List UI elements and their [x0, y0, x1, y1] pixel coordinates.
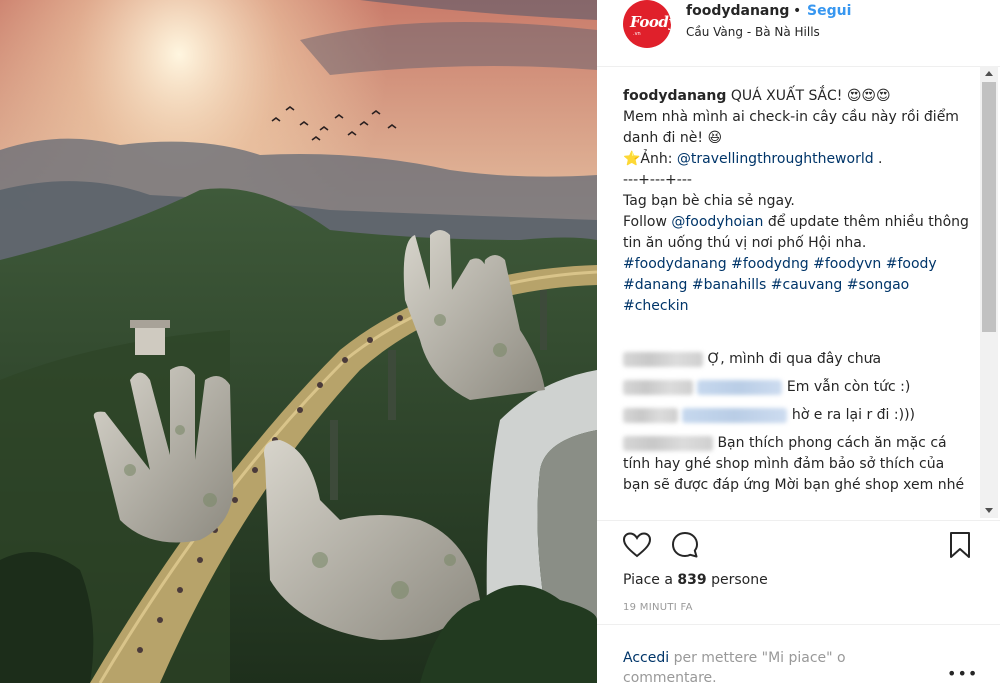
comment-text: hờ e ra lại r đi :)))	[791, 407, 915, 423]
caption-line2: Mem nhà mình ai check-in cây cầu này rồi…	[623, 109, 959, 146]
post-timestamp[interactable]: 19 MINUTI FA	[623, 602, 693, 613]
comment-item: hờ e ra lại r đi :)))	[623, 405, 973, 426]
caption-username[interactable]: foodydanang	[623, 88, 726, 104]
comments-scrollbar[interactable]	[980, 66, 998, 518]
caption-tag-line: Tag bạn bè chia sẻ ngay.	[623, 193, 795, 209]
comment-username-blurred[interactable]	[623, 435, 713, 451]
caption-separator: ---+---+---	[623, 172, 692, 188]
comment-username-blurred[interactable]	[623, 407, 678, 423]
post-header: Foody .vn foodydanang • Segui Cầu Vàng -…	[597, 0, 1000, 67]
header-username[interactable]: foodydanang	[686, 3, 789, 19]
golden-bridge-photo	[0, 0, 597, 683]
divider	[597, 624, 1000, 625]
post-caption: foodydanang QUÁ XUẤT SẮC! 😍😍😍 Mem nhà mì…	[623, 86, 973, 317]
comment-mention-blurred[interactable]	[682, 407, 788, 423]
avatar[interactable]: Foody .vn	[623, 0, 671, 48]
login-prompt: Accedi per mettere "Mi piace" o commenta…	[623, 648, 923, 688]
login-link[interactable]: Accedi	[623, 650, 669, 666]
comment-username-blurred[interactable]	[623, 379, 693, 395]
header-dot: •	[793, 3, 802, 19]
avatar-logo-sub: .vn	[633, 31, 641, 37]
likes-prefix: Piace a	[623, 572, 678, 588]
heart-icon[interactable]	[621, 529, 653, 561]
comment-item: Bạn thích phong cách ăn mặc cá tính hay …	[623, 433, 973, 496]
scroll-thumb[interactable]	[982, 82, 996, 332]
bookmark-icon[interactable]	[944, 529, 976, 561]
comment-mention-blurred[interactable]	[697, 379, 783, 395]
likes-count[interactable]: Piace a 839 persone	[623, 572, 768, 588]
comment-icon[interactable]	[669, 529, 701, 561]
scroll-up-arrow[interactable]	[980, 66, 998, 82]
caption-hashtags[interactable]: #foodydanang #foodydng #foodyvn #foody #…	[623, 254, 973, 317]
more-options-icon[interactable]: •••	[947, 664, 978, 683]
scroll-down-arrow[interactable]	[980, 502, 998, 518]
action-bar	[597, 521, 1000, 571]
post-side-panel: Foody .vn foodydanang • Segui Cầu Vàng -…	[597, 0, 1000, 686]
comment-text: Ợ, mình đi qua đây chưa	[707, 351, 882, 367]
caption-photo-prefix: ⭐Ảnh:	[623, 151, 677, 167]
caption-line1: QUÁ XUẤT SẮC! 😍😍😍	[730, 88, 891, 104]
caption-photo-suffix: .	[873, 151, 883, 167]
follow-button[interactable]: Segui	[807, 3, 851, 19]
post-photo[interactable]	[0, 0, 597, 683]
avatar-logo-text: Foody	[630, 13, 671, 31]
comment-item: Em vẫn còn tức :)	[623, 377, 973, 398]
location-link[interactable]: Cầu Vàng - Bà Nà Hills	[686, 25, 820, 39]
comment-username-blurred[interactable]	[623, 351, 703, 367]
follow-mention[interactable]: @foodyhoian	[671, 214, 763, 230]
likes-number: 839	[677, 572, 707, 588]
likes-suffix: persone	[706, 572, 768, 588]
caption-follow-prefix: Follow	[623, 214, 672, 230]
comment-text: Em vẫn còn tức :)	[786, 379, 911, 395]
comments-list[interactable]: foodydanang QUÁ XUẤT SẮC! 😍😍😍 Mem nhà mì…	[597, 80, 982, 520]
comment-item: Ợ, mình đi qua đây chưa	[623, 349, 973, 370]
photo-credit-mention[interactable]: @travellingthroughtheworld	[677, 151, 874, 167]
